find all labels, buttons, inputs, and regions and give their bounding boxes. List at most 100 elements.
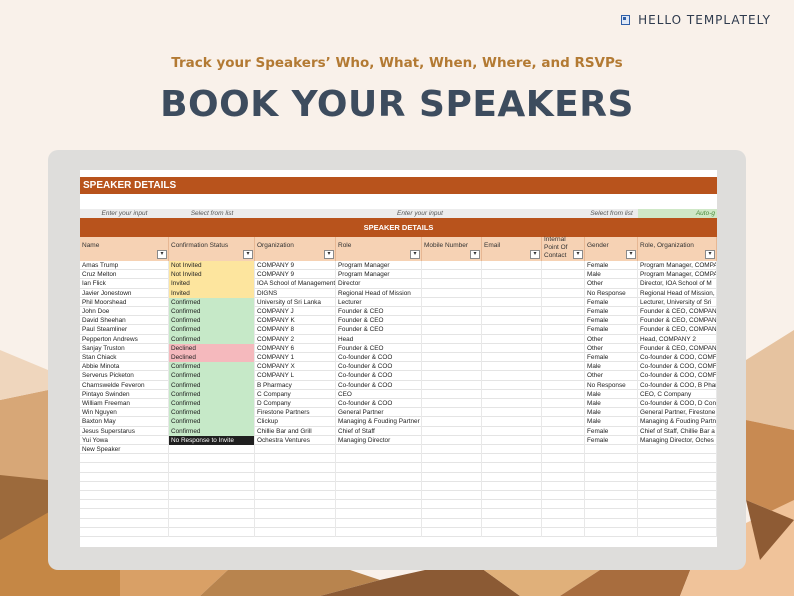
cell-confirmation-status[interactable]	[169, 491, 255, 501]
cell-role-organization[interactable]	[638, 500, 717, 510]
cell-email[interactable]	[482, 279, 542, 289]
cell-gender[interactable]	[585, 518, 638, 528]
filter-dropdown-icon[interactable]: ▾	[573, 250, 583, 259]
cell-role-organization[interactable]	[638, 445, 717, 455]
cell-email[interactable]	[482, 463, 542, 473]
cell-role-organization[interactable]	[638, 463, 717, 473]
cell-email[interactable]	[482, 307, 542, 317]
cell-role[interactable]	[336, 454, 422, 464]
cell-internal-contact[interactable]	[542, 472, 585, 482]
cell-mobile-number[interactable]	[422, 472, 482, 482]
cell-role[interactable]: Founder & CEO	[336, 343, 422, 353]
cell-confirmation-status[interactable]: Confirmed	[169, 362, 255, 372]
cell-confirmation-status[interactable]	[169, 500, 255, 510]
cell-internal-contact[interactable]	[542, 307, 585, 317]
cell-organization[interactable]: COMPANY K	[255, 316, 336, 326]
cell-confirmation-status[interactable]: Confirmed	[169, 334, 255, 344]
cell-email[interactable]	[482, 343, 542, 353]
cell-name[interactable]: David Sheehan	[80, 316, 169, 326]
cell-email[interactable]	[482, 371, 542, 381]
cell-organization[interactable]	[255, 518, 336, 528]
cell-confirmation-status[interactable]	[169, 518, 255, 528]
cell-role[interactable]: Program Manager	[336, 270, 422, 280]
cell-confirmation-status[interactable]: Confirmed	[169, 399, 255, 409]
cell-organization[interactable]: Chillie Bar and Grill	[255, 426, 336, 436]
cell-email[interactable]	[482, 454, 542, 464]
cell-email[interactable]	[482, 408, 542, 418]
cell-role[interactable]: Head	[336, 334, 422, 344]
cell-internal-contact[interactable]	[542, 371, 585, 381]
cell-email[interactable]	[482, 353, 542, 363]
cell-role-organization[interactable]: Program Manager, COMPA	[638, 270, 717, 280]
cell-email[interactable]	[482, 518, 542, 528]
cell-email[interactable]	[482, 417, 542, 427]
cell-name[interactable]: Win Nguyen	[80, 408, 169, 418]
cell-name[interactable]: Serverus Picketon	[80, 371, 169, 381]
cell-confirmation-status[interactable]: Confirmed	[169, 408, 255, 418]
filter-dropdown-icon[interactable]: ▾	[243, 250, 253, 259]
cell-organization[interactable]: Ochestra Ventures	[255, 435, 336, 445]
cell-gender[interactable]: Female	[585, 297, 638, 307]
cell-mobile-number[interactable]	[422, 389, 482, 399]
cell-email[interactable]	[482, 270, 542, 280]
cell-confirmation-status[interactable]: Confirmed	[169, 297, 255, 307]
cell-internal-contact[interactable]	[542, 334, 585, 344]
cell-gender[interactable]	[585, 500, 638, 510]
cell-internal-contact[interactable]	[542, 454, 585, 464]
cell-internal-contact[interactable]	[542, 509, 585, 519]
cell-internal-contact[interactable]	[542, 408, 585, 418]
cell-organization[interactable]: IOA School of Management	[255, 279, 336, 289]
cell-confirmation-status[interactable]: Confirmed	[169, 426, 255, 436]
cell-role-organization[interactable]: Managing Director, Oches	[638, 435, 717, 445]
cell-role-organization[interactable]	[638, 509, 717, 519]
cell-internal-contact[interactable]	[542, 491, 585, 501]
cell-role[interactable]: Co-founder & COO	[336, 371, 422, 381]
cell-mobile-number[interactable]	[422, 353, 482, 363]
cell-organization[interactable]	[255, 454, 336, 464]
cell-gender[interactable]: No Response	[585, 380, 638, 390]
cell-name[interactable]: John Doe	[80, 307, 169, 317]
cell-mobile-number[interactable]	[422, 371, 482, 381]
cell-name[interactable]: New Speaker	[80, 445, 169, 455]
filter-dropdown-icon[interactable]: ▾	[324, 250, 334, 259]
cell-name[interactable]	[80, 500, 169, 510]
cell-role[interactable]: Co-founder & COO	[336, 380, 422, 390]
cell-name[interactable]	[80, 491, 169, 501]
cell-role[interactable]	[336, 463, 422, 473]
cell-name[interactable]: Phil Moorshead	[80, 297, 169, 307]
cell-confirmation-status[interactable]: Confirmed	[169, 389, 255, 399]
cell-role-organization[interactable]	[638, 527, 717, 537]
cell-mobile-number[interactable]	[422, 463, 482, 473]
cell-internal-contact[interactable]	[542, 426, 585, 436]
cell-name[interactable]	[80, 527, 169, 537]
cell-role-organization[interactable]	[638, 518, 717, 528]
cell-role-organization[interactable]: Founder & CEO, COMPAN	[638, 316, 717, 326]
cell-email[interactable]	[482, 426, 542, 436]
cell-role[interactable]: Lecturer	[336, 297, 422, 307]
cell-confirmation-status[interactable]: No Response to Invite	[169, 435, 255, 445]
cell-organization[interactable]	[255, 500, 336, 510]
cell-confirmation-status[interactable]: Confirmed	[169, 380, 255, 390]
cell-gender[interactable]: Male	[585, 362, 638, 372]
cell-gender[interactable]	[585, 481, 638, 491]
cell-confirmation-status[interactable]: Invited	[169, 279, 255, 289]
cell-internal-contact[interactable]	[542, 518, 585, 528]
cell-internal-contact[interactable]	[542, 353, 585, 363]
cell-email[interactable]	[482, 472, 542, 482]
cell-gender[interactable]	[585, 509, 638, 519]
cell-name[interactable]: Pintayo Swinden	[80, 389, 169, 399]
cell-organization[interactable]: COMPANY 1	[255, 353, 336, 363]
cell-name[interactable]	[80, 454, 169, 464]
cell-email[interactable]	[482, 509, 542, 519]
cell-gender[interactable]: Female	[585, 426, 638, 436]
cell-name[interactable]: Jesus Superstarus	[80, 426, 169, 436]
cell-role[interactable]: Co-founder & COO	[336, 353, 422, 363]
cell-name[interactable]: William Freeman	[80, 399, 169, 409]
cell-name[interactable]: Ian Flick	[80, 279, 169, 289]
cell-role[interactable]: Founder & CEO	[336, 316, 422, 326]
cell-organization[interactable]: COMPANY 2	[255, 334, 336, 344]
cell-role[interactable]: General Partner	[336, 408, 422, 418]
cell-confirmation-status[interactable]	[169, 509, 255, 519]
cell-email[interactable]	[482, 325, 542, 335]
cell-mobile-number[interactable]	[422, 408, 482, 418]
